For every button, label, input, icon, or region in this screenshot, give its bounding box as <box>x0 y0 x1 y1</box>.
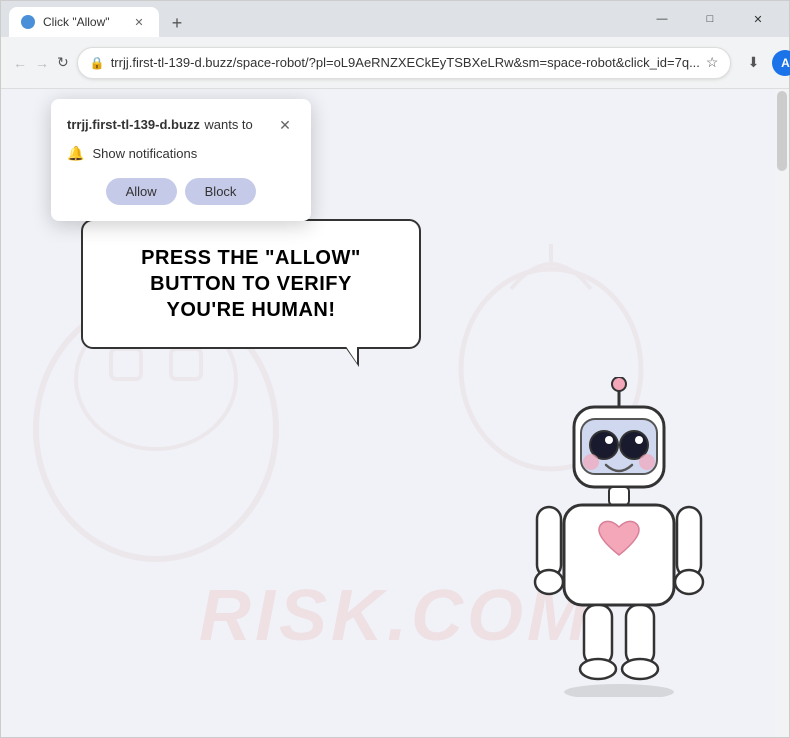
robot-svg <box>509 377 729 697</box>
page-content: RISK.COM PRESS THE "ALLOW" BUTTON TO VER… <box>1 89 789 737</box>
speech-bubble: PRESS THE "ALLOW" BUTTON TO VERIFY YOU'R… <box>81 219 421 349</box>
tab-close-button[interactable]: ✕ <box>131 14 147 30</box>
scrollbar-thumb[interactable] <box>777 91 787 171</box>
address-input[interactable]: 🔒 trrjj.first-tl-139-d.buzz/space-robot/… <box>77 47 732 79</box>
minimize-button[interactable]: — <box>639 1 685 37</box>
title-bar: Click "Allow" ✕ + — □ ✕ <box>1 1 789 37</box>
tab-title: Click "Allow" <box>43 15 123 29</box>
popup-header-text: trrjj.first-tl-139-d.buzz wants to <box>67 116 253 134</box>
profile-button[interactable]: A <box>771 49 790 77</box>
window-controls: — □ ✕ <box>639 1 781 37</box>
popup-domain: trrjj.first-tl-139-d.buzz <box>67 117 200 132</box>
tab-bar: Click "Allow" ✕ + <box>9 1 631 37</box>
url-display: trrjj.first-tl-139-d.buzz/space-robot/?p… <box>111 55 700 70</box>
popup-header: trrjj.first-tl-139-d.buzz wants to ✕ <box>67 115 295 135</box>
scrollbar[interactable] <box>775 89 789 737</box>
toolbar-icons: ⬇ A ⋮ <box>739 49 790 77</box>
browser-window: Click "Allow" ✕ + — □ ✕ ← → ↻ 🔒 trrjj.fi… <box>0 0 790 738</box>
forward-button[interactable]: → <box>35 49 49 77</box>
active-tab[interactable]: Click "Allow" ✕ <box>9 7 159 37</box>
profile-avatar: A <box>772 50 790 76</box>
notification-popup: trrjj.first-tl-139-d.buzz wants to ✕ 🔔 S… <box>51 99 311 221</box>
download-button[interactable]: ⬇ <box>739 49 767 77</box>
bookmark-icon[interactable]: ☆ <box>706 54 719 71</box>
allow-button[interactable]: Allow <box>106 178 177 205</box>
lock-icon: 🔒 <box>90 56 105 70</box>
maximize-button[interactable]: □ <box>687 1 733 37</box>
speech-text: PRESS THE "ALLOW" BUTTON TO VERIFY YOU'R… <box>111 245 391 323</box>
reload-button[interactable]: ↻ <box>57 49 69 77</box>
close-button[interactable]: ✕ <box>735 1 781 37</box>
popup-wants-text: wants to <box>204 117 252 132</box>
popup-notification-row: 🔔 Show notifications <box>67 145 295 162</box>
popup-buttons: Allow Block <box>67 178 295 205</box>
show-notifications-label: Show notifications <box>92 146 197 161</box>
robot-illustration <box>509 377 729 697</box>
block-button[interactable]: Block <box>185 178 257 205</box>
popup-close-button[interactable]: ✕ <box>275 115 295 135</box>
address-bar: ← → ↻ 🔒 trrjj.first-tl-139-d.buzz/space-… <box>1 37 789 89</box>
bell-icon: 🔔 <box>67 145 84 162</box>
new-tab-button[interactable]: + <box>163 9 191 37</box>
back-button[interactable]: ← <box>13 49 27 77</box>
tab-favicon <box>21 15 35 29</box>
